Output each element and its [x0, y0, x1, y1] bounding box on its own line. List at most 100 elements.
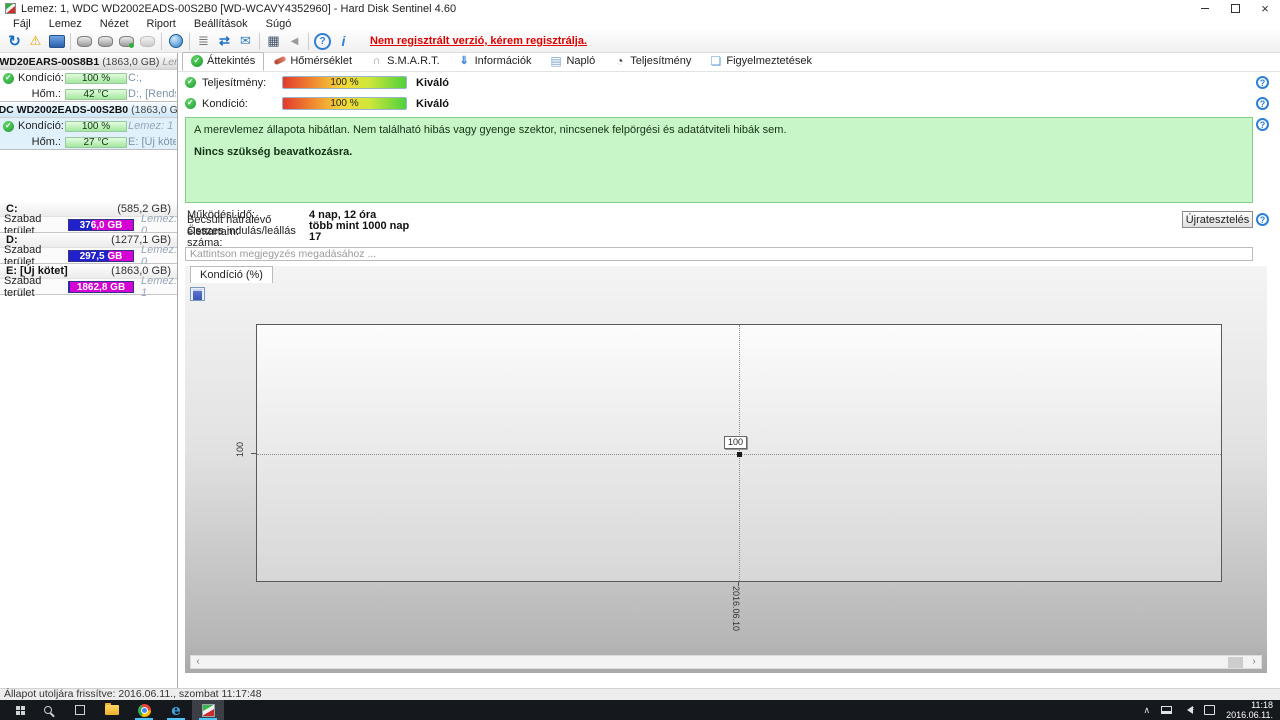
tab-information[interactable]: Információk [449, 51, 541, 71]
toolbar-sound-icon[interactable] [284, 32, 305, 51]
save-chart-button[interactable] [190, 287, 205, 301]
toolbar-separator [70, 32, 71, 50]
help-icon[interactable]: ? [1256, 118, 1269, 131]
chart-tab-condition[interactable]: Kondíció (%) [190, 266, 273, 283]
help-icon[interactable]: ? [1256, 213, 1269, 226]
disk-entry-1-selected[interactable]: WDC WD2002EADS-00S2B0 (1863,0 GB) Kondíc… [0, 103, 177, 150]
help-icon[interactable]: ? [1256, 76, 1269, 89]
performance-row: Teljesítmény: 100 % Kiváló [185, 75, 449, 90]
toolbar-disk-info-icon[interactable] [95, 32, 116, 51]
tab-label: Információk [474, 54, 532, 67]
retest-button[interactable]: Újratesztelés [1182, 211, 1253, 228]
info-value: 17 [309, 230, 322, 243]
hard-disk-sentinel-button[interactable] [192, 700, 224, 720]
speaker-icon[interactable] [1183, 706, 1194, 714]
disk-ref: Lemez: 1 [141, 274, 178, 299]
menu-settings[interactable]: Beállítások [185, 18, 257, 30]
system-tray: 11:18 2016.06.11. [1144, 700, 1280, 720]
toolbar-system-test-icon[interactable] [263, 32, 284, 51]
toolbar-report-icon[interactable] [193, 32, 214, 51]
partition-entry-d[interactable]: D: (1277,1 GB) Szabad terület 297,5 GB L… [0, 233, 177, 268]
status-ok-icon [3, 72, 14, 84]
menu-file[interactable]: Fájl [4, 18, 40, 30]
hard-disk-sentinel-icon [201, 703, 215, 717]
toolbar-help-icon[interactable] [312, 32, 333, 51]
toolbar-disk-test-icon[interactable] [116, 32, 137, 51]
toolbar-problem-report-icon[interactable] [25, 32, 46, 51]
tab-overview[interactable]: Áttekintés [182, 52, 265, 71]
x-axis-tick-label: 2016.06.10 [731, 586, 741, 632]
tab-performance-icon [613, 54, 626, 67]
tab-label: Áttekintés [207, 55, 256, 67]
tray-expand-icon[interactable] [1144, 704, 1151, 716]
search-icon [44, 706, 52, 714]
tab-smart-icon [370, 54, 383, 67]
tab-bar: Áttekintés Hőmérséklet S.M.A.R.T. Inform… [178, 51, 1280, 72]
tab-performance[interactable]: Teljesítmény [604, 51, 700, 71]
chart-horizontal-scrollbar[interactable]: ‹ › [190, 655, 1262, 669]
tab-overview-icon [191, 55, 203, 67]
action-center-icon[interactable] [1204, 705, 1216, 715]
file-explorer-button[interactable] [96, 700, 128, 720]
toolbar-network-icon[interactable] [165, 32, 186, 51]
clock[interactable]: 11:18 2016.06.11. [1226, 700, 1273, 720]
toolbar-monitor-icon[interactable] [46, 32, 67, 51]
toolbar-disk-surface-icon[interactable] [74, 32, 95, 51]
close-button[interactable] [1250, 1, 1280, 17]
tab-log[interactable]: Napló [540, 51, 604, 71]
minimize-button[interactable] [1190, 1, 1220, 17]
search-button[interactable] [32, 700, 64, 720]
scrollbar-thumb[interactable] [1228, 657, 1243, 668]
start-button[interactable] [0, 700, 32, 720]
tab-temperature[interactable]: Hőmérséklet [264, 51, 361, 71]
scroll-left-icon[interactable]: ‹ [191, 656, 205, 668]
menu-report[interactable]: Riport [138, 18, 185, 30]
condition-chart-panel: Kondíció (%) 100 100 2016.06.10 ‹ › [185, 266, 1267, 673]
free-space-value: 376,0 GB [79, 219, 123, 231]
y-axis-tick-label: 100 [235, 442, 245, 458]
toolbar-disk-seek-icon[interactable] [137, 32, 158, 51]
partition-entry-c[interactable]: C: (585,2 GB) Szabad terület 376,0 GB Le… [0, 202, 177, 237]
status-bar: Állapot utoljára frissítve: 2016.06.11.,… [0, 688, 1280, 700]
volume-ref: E: [Új kötet] [128, 136, 176, 148]
tab-alerts[interactable]: Figyelmeztetések [700, 51, 821, 71]
free-space-bar: 1862,8 GB [68, 280, 134, 293]
partition-entry-e[interactable]: E: [Új kötet] (1863,0 GB) Szabad terület… [0, 264, 177, 299]
disk-entry-0[interactable]: WDC WD20EARS-00S8B1 (1863,0 GB) Lemez: 0… [0, 55, 177, 102]
chart-plot-area: 100 [256, 324, 1222, 582]
toolbar: Nem regisztrált verzió, kérem regisztrál… [0, 30, 1280, 53]
register-link[interactable]: Nem regisztrált verzió, kérem regisztrál… [370, 35, 587, 47]
disk-size: (1863,0 GB) [131, 104, 177, 116]
task-view-button[interactable] [64, 700, 96, 720]
toolbar-send-report-icon[interactable] [235, 32, 256, 51]
tab-smart[interactable]: S.M.A.R.T. [361, 51, 449, 71]
help-icon[interactable]: ? [1256, 97, 1269, 110]
toolbar-refresh-report-icon[interactable] [214, 32, 235, 51]
content-area: Áttekintés Hőmérséklet S.M.A.R.T. Inform… [178, 51, 1280, 688]
scroll-right-icon[interactable]: › [1247, 656, 1261, 668]
comment-input[interactable] [185, 247, 1253, 261]
condition-row: Kondíció: 100 % Kiváló [185, 96, 449, 111]
performance-rating: Kiváló [416, 76, 450, 89]
title-bar: Lemez: 1, WDC WD2002EADS-00S2B0 [WD-WCAV… [0, 0, 1280, 17]
menu-disk[interactable]: Lemez [40, 18, 91, 30]
data-point-label: 100 [724, 436, 748, 449]
performance-bar: 100 % [282, 76, 407, 89]
edge-button[interactable] [160, 700, 192, 720]
menu-bar: Fájl Lemez Nézet Riport Beállítások Súgó [0, 17, 1280, 30]
toolbar-refresh-icon[interactable] [4, 32, 25, 51]
menu-view[interactable]: Nézet [91, 18, 138, 30]
tab-label: Napló [566, 54, 596, 67]
temp-label: Hőm.: [31, 136, 61, 148]
volume-ref: D:, [Rendszer] [128, 88, 176, 100]
disk-ref: Lemez: 1 [128, 120, 174, 132]
toolbar-info-icon[interactable] [333, 32, 354, 51]
tab-information-icon [458, 54, 471, 67]
free-space-bar: 376,0 GB [68, 218, 134, 231]
menu-help[interactable]: Súgó [257, 18, 301, 30]
chrome-button[interactable] [128, 700, 160, 720]
tab-log-icon [549, 54, 562, 67]
network-icon[interactable] [1161, 706, 1173, 714]
condition-label: Kondíció: [18, 120, 64, 132]
restore-button[interactable] [1220, 1, 1250, 17]
